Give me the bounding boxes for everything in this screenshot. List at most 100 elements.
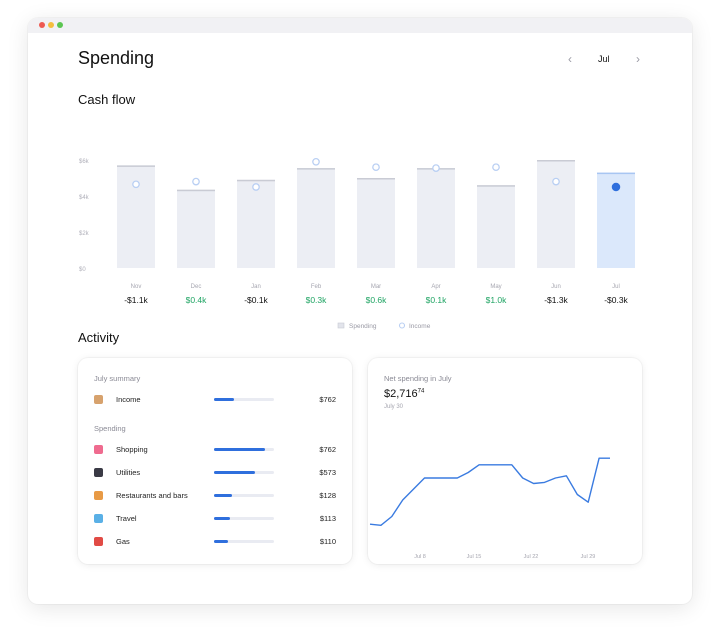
y-tick-label: $6k <box>79 159 90 165</box>
category-label: Shopping <box>116 445 148 454</box>
spending-category-row[interactable]: Restaurants and bars $128 <box>94 489 336 503</box>
net-amount-cents: 74 <box>417 388 425 395</box>
category-progress-fill <box>214 540 228 543</box>
income-marker[interactable] <box>432 164 440 172</box>
category-progress-track <box>214 448 274 451</box>
net-amount-main: $2,716 <box>384 388 418 400</box>
summary-title: July summary <box>94 374 141 383</box>
spending-bar-cap <box>117 165 155 167</box>
spending-category-row[interactable]: Gas $110 <box>94 535 336 549</box>
category-label: Utilities <box>116 468 141 477</box>
spending-bar-cap <box>357 178 395 180</box>
y-tick-label: $4k <box>79 195 90 201</box>
income-amount: $762 <box>319 395 336 404</box>
food-icon <box>94 491 103 500</box>
spending-bar[interactable] <box>177 189 215 268</box>
activity-heading: Activity <box>78 330 120 345</box>
spending-bar[interactable] <box>357 178 395 268</box>
income-label: Income <box>116 395 141 404</box>
income-marker[interactable] <box>372 163 380 172</box>
chevron-left-icon[interactable]: ‹ <box>568 52 572 66</box>
spending-bar-cap <box>297 168 335 170</box>
x-tick-label: Apr <box>431 284 440 290</box>
spending-bar-cap <box>477 185 515 187</box>
income-marker[interactable] <box>492 163 500 172</box>
net-cashflow-label: $0.4k <box>186 295 208 305</box>
spending-bar-cap <box>237 179 275 182</box>
net-x-tick-label: Jul 22 <box>524 554 539 560</box>
income-marker[interactable] <box>611 182 621 192</box>
month-navigator: ‹ Jul › <box>568 52 648 68</box>
spending-header: Spending <box>94 424 126 433</box>
net-x-tick-label: Jul 8 <box>414 554 426 560</box>
net-cashflow-label: $1.0k <box>486 295 508 305</box>
category-progress-track <box>214 471 274 474</box>
spending-bar-cap <box>597 172 635 175</box>
x-tick-label: May <box>490 284 501 290</box>
legend-spending-label: Spending <box>349 323 377 330</box>
net-spending-card: Net spending in July $2,71674 July 30 Ju… <box>368 358 642 564</box>
net-cashflow-label: -$0.3k <box>604 295 628 305</box>
chart-legend: Spending Income <box>337 322 431 330</box>
category-amount: $128 <box>319 491 336 500</box>
category-label: Restaurants and bars <box>116 491 188 500</box>
net-spending-title: Net spending in July <box>384 374 452 383</box>
y-tick-label: $0 <box>79 267 86 273</box>
net-cashflow-label: -$1.3k <box>544 295 568 305</box>
legend-income-label: Income <box>409 323 431 330</box>
income-marker[interactable] <box>552 177 560 186</box>
income-marker[interactable] <box>192 177 200 186</box>
net-spending-amount: $2,71674 <box>384 388 424 400</box>
category-progress-fill <box>214 517 231 520</box>
x-tick-label: Dec <box>191 284 202 290</box>
minimize-window-button[interactable] <box>48 22 54 28</box>
x-tick-label: Jul <box>612 284 620 290</box>
income-row[interactable]: Income $762 <box>94 393 336 407</box>
cash-flow-chart: $6k $4k $2k $0 Nov -$1.1k Dec $0.4k Jan -$0.1k Feb… <box>76 136 646 336</box>
spending-bar[interactable] <box>477 185 515 268</box>
spending-bar[interactable] <box>237 179 275 268</box>
money-bag-icon <box>94 395 103 404</box>
x-tick-label: Jan <box>251 284 261 290</box>
y-tick-label: $2k <box>79 231 90 237</box>
category-progress-track <box>214 540 274 543</box>
shopping-icon <box>94 445 103 454</box>
spending-bar-cap <box>537 160 575 162</box>
spending-category-row[interactable]: Utilities $573 <box>94 466 336 480</box>
plug-icon <box>94 468 103 477</box>
net-x-tick-label: Jul 15 <box>467 554 482 560</box>
income-progress-fill <box>214 398 234 401</box>
category-label: Travel <box>116 514 137 523</box>
category-progress-fill <box>214 448 265 451</box>
income-progress-track <box>214 398 274 401</box>
x-tick-label: Mar <box>371 284 381 290</box>
spending-bar-cap <box>177 189 215 192</box>
gas-icon <box>94 537 103 546</box>
chevron-right-icon[interactable]: › <box>636 52 640 66</box>
net-cashflow-label: $0.3k <box>306 295 328 305</box>
spending-bar[interactable] <box>417 168 455 268</box>
spending-bar[interactable] <box>537 160 575 268</box>
title-bar <box>28 18 692 33</box>
spending-bar[interactable] <box>297 168 335 268</box>
maximize-window-button[interactable] <box>57 22 63 28</box>
category-label: Gas <box>116 537 130 546</box>
income-marker[interactable] <box>132 180 140 189</box>
net-cashflow-label: $0.1k <box>426 295 448 305</box>
july-summary-card: July summary Income $762 Spending Shoppin… <box>78 358 352 564</box>
close-window-button[interactable] <box>39 22 45 28</box>
income-marker[interactable] <box>252 183 260 191</box>
net-cashflow-label: $0.6k <box>366 295 388 305</box>
net-spending-line-chart: Jul 8 Jul 15 Jul 22 Jul 29 <box>369 457 610 560</box>
spending-category-row[interactable]: Shopping $762 <box>94 443 336 457</box>
spending-category-row[interactable]: Travel $113 <box>94 512 336 526</box>
income-marker[interactable] <box>312 157 320 166</box>
category-progress-fill <box>214 471 255 474</box>
net-spending-line <box>369 457 610 527</box>
category-amount: $113 <box>319 514 336 523</box>
net-cashflow-label: -$1.1k <box>124 295 148 305</box>
net-spending-date: July 30 <box>384 404 404 410</box>
category-progress-fill <box>214 494 232 497</box>
x-tick-label: Jun <box>551 284 561 290</box>
category-progress-track <box>214 494 274 497</box>
